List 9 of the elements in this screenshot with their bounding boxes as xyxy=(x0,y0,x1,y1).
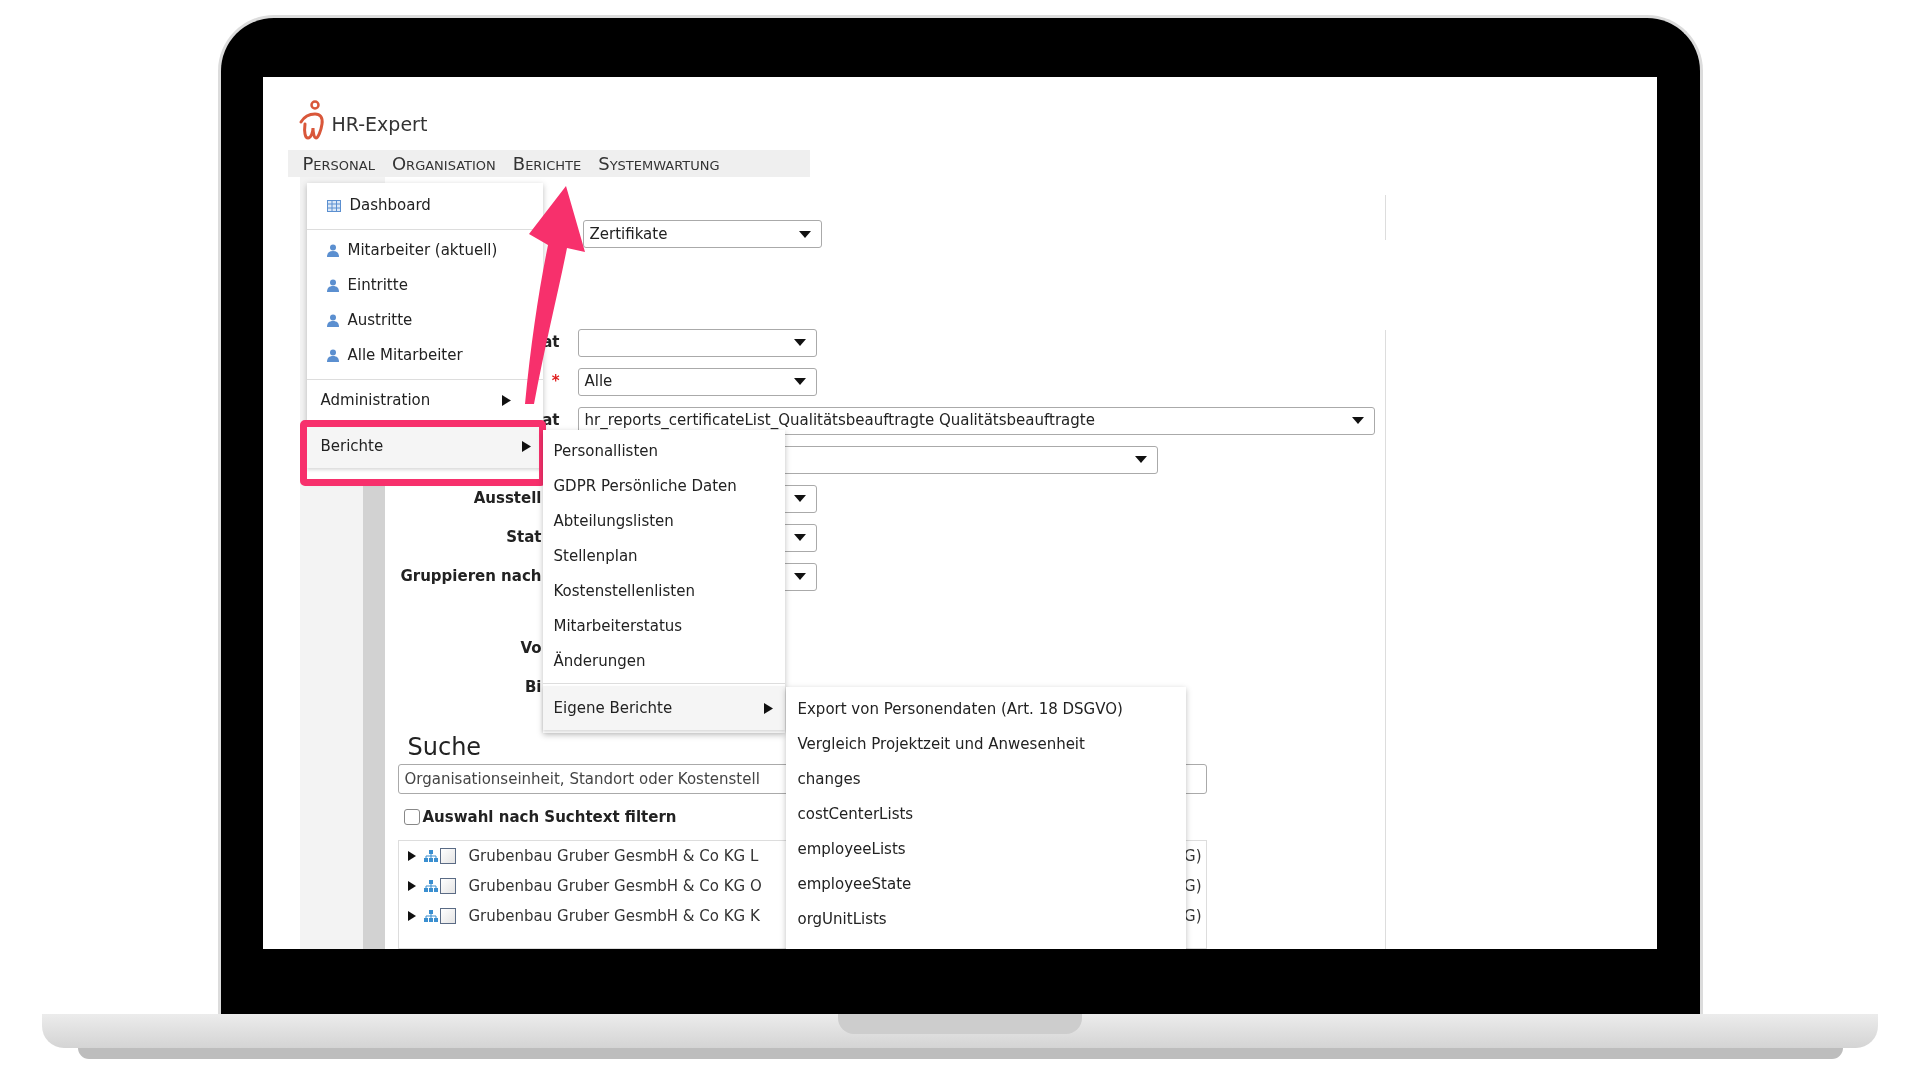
field-label: Vo xyxy=(520,638,542,660)
field-label: Stat xyxy=(506,527,542,549)
section-heading: Suche xyxy=(407,732,482,762)
app-title: HR-Expert xyxy=(331,112,428,136)
field-label: Ausstell xyxy=(473,488,542,510)
required-mark: * xyxy=(551,371,560,393)
field-label: Bi xyxy=(524,677,542,699)
field-label: Gruppieren nach xyxy=(400,566,542,588)
checkbox-label: Auswahl nach Suchtext filtern xyxy=(422,806,677,828)
